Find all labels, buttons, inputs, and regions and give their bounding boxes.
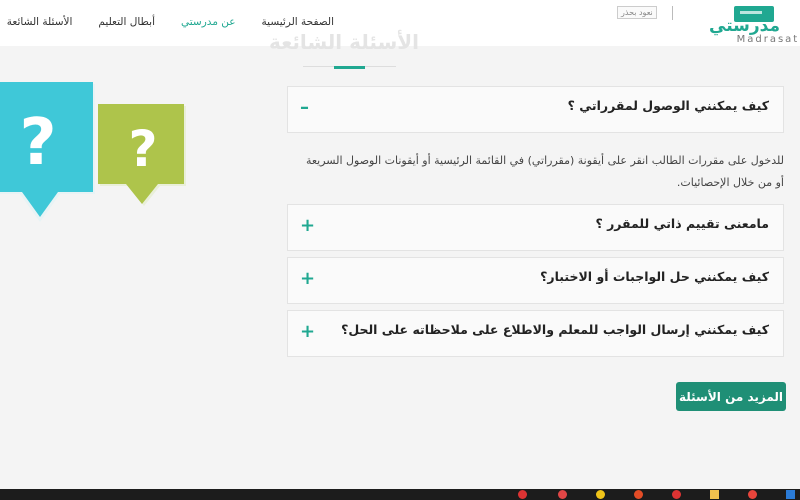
nav-about[interactable]: عن مدرستي	[181, 16, 236, 28]
nav-home[interactable]: الصفحة الرئيسية	[262, 16, 334, 28]
logo-english-text: Madrasati	[736, 34, 800, 45]
folder-icon[interactable]	[596, 490, 605, 499]
nav-faq[interactable]: الأسئلة الشائعة	[7, 16, 73, 28]
title-accent-bar	[334, 66, 365, 69]
file-explorer-icon[interactable]	[710, 490, 719, 499]
faq-question-1: كيف يمكنني الوصول لمقرراتي ؟	[567, 98, 769, 113]
logo-arabic-text: مدرستي	[709, 16, 780, 36]
faq-item-2[interactable]: مامعنى تقييم ذاتي للمقرر ؟ +	[287, 204, 784, 251]
green-question-bubble-icon: ?	[98, 104, 186, 206]
green-bubble-glyph: ?	[128, 120, 157, 178]
main-nav: الصفحة الرئيسية عن مدرستي أبطال التعليم …	[0, 16, 334, 28]
app-icon[interactable]	[786, 490, 795, 499]
faq-answer-1: للدخول على مقررات الطالب انقر على أيقونة…	[305, 154, 784, 189]
browser-icon[interactable]	[634, 490, 643, 499]
question-bubbles-illustration: ? ?	[0, 82, 186, 222]
madrasati-logo[interactable]: مدرستي Madrasati	[709, 4, 800, 46]
expand-icon[interactable]: +	[300, 217, 315, 235]
more-questions-button[interactable]: المزيد من الأسئلة	[676, 382, 786, 411]
os-taskbar	[0, 489, 800, 500]
app-icon[interactable]	[558, 490, 567, 499]
collapse-icon[interactable]: –	[300, 99, 309, 117]
faq-item-3[interactable]: كيف يمكنني حل الواجبات أو الاختبار؟ +	[287, 257, 784, 304]
expand-icon[interactable]: +	[300, 323, 315, 341]
app-icon[interactable]	[672, 490, 681, 499]
header-divider	[672, 6, 673, 20]
blue-bubble-glyph: ?	[19, 106, 56, 180]
expand-icon[interactable]: +	[300, 270, 315, 288]
section-title: الأسئلة الشائعة	[269, 30, 419, 54]
faq-item-4[interactable]: كيف يمكنني إرسال الواجب للمعلم والاطلاع …	[287, 310, 784, 357]
faq-question-4: كيف يمكنني إرسال الواجب للمعلم والاطلاع …	[341, 322, 769, 337]
blue-question-bubble-icon: ?	[0, 82, 95, 222]
faq-item-1[interactable]: كيف يمكنني الوصول لمقرراتي ؟ –	[287, 86, 784, 133]
app-icon[interactable]	[748, 490, 757, 499]
faq-question-2: مامعنى تقييم ذاتي للمقرر ؟	[595, 216, 769, 231]
header-badge[interactable]: نعود بحذر	[617, 6, 657, 19]
nav-heroes[interactable]: أبطال التعليم	[98, 16, 155, 28]
faq-question-3: كيف يمكنني حل الواجبات أو الاختبار؟	[540, 269, 769, 284]
record-icon[interactable]	[518, 490, 527, 499]
